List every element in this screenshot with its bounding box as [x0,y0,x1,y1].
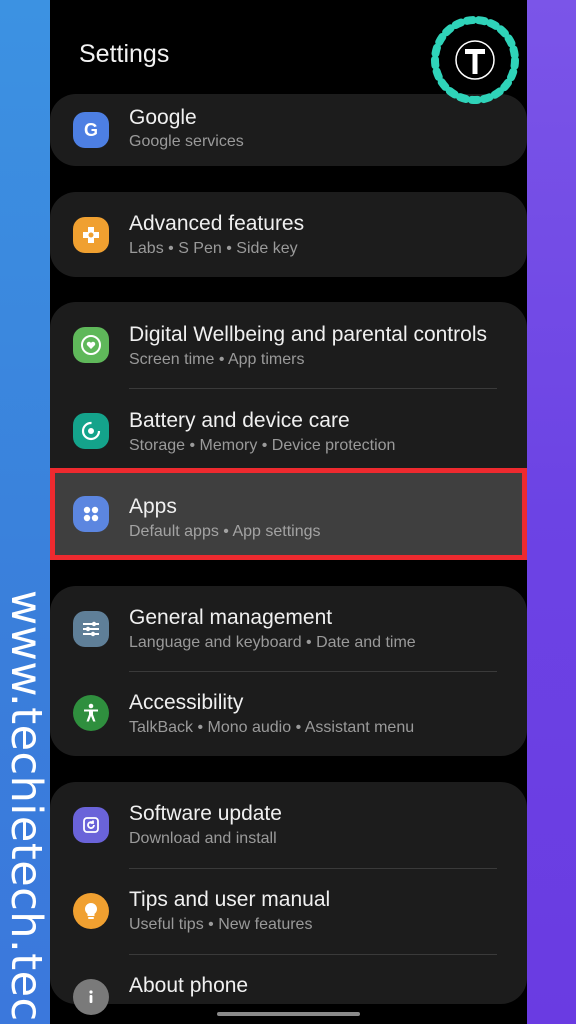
item-title: Accessibility [129,691,244,714]
watermark-text: www.techietech.tech [1,590,51,1024]
device-care-icon [73,413,109,449]
wellbeing-heart-icon [73,327,109,363]
google-g-icon: G [73,112,109,148]
item-title: Battery and device care [129,409,350,432]
techietech-logo [423,8,527,112]
card-software-tips-about: Software update Download and install Tip… [50,782,527,1015]
item-title: Apps [129,495,177,518]
software-update-icon [73,807,109,843]
item-title: Tips and user manual [129,888,331,911]
item-subtitle: Language and keyboard • Date and time [129,634,416,651]
settings-item-digital-wellbeing[interactable]: Digital Wellbeing and parental controls … [50,302,527,388]
item-title: Digital Wellbeing and parental controls [129,323,487,346]
item-subtitle: Useful tips • New features [129,916,313,933]
puzzle-plus-icon [73,217,109,253]
item-title: General management [129,606,333,629]
settings-item-apps-highlighted[interactable]: Apps Default apps • App settings [50,468,527,560]
info-icon [73,979,109,1015]
settings-screen: Settings G Google Google services Advanc… [50,0,527,1024]
apps-grid-icon [73,496,109,532]
settings-item-software-update[interactable]: Software update Download and install [50,782,527,868]
website-watermark: www.techietech.tech [1,590,51,1024]
settings-item-tips-user-manual[interactable]: Tips and user manual Useful tips • New f… [50,868,527,954]
card-advanced: Advanced features Labs • S Pen • Side ke… [50,192,527,277]
item-title: About phone [129,974,249,997]
item-subtitle: Labs • S Pen • Side key [129,240,298,257]
accessibility-person-icon [73,695,109,731]
settings-item-advanced-features[interactable]: Advanced features Labs • S Pen • Side ke… [50,192,527,278]
item-subtitle: Download and install [129,830,277,847]
sliders-icon [73,611,109,647]
lightbulb-icon [73,893,109,929]
svg-text:G: G [84,120,98,140]
item-subtitle: Google services [129,133,244,150]
item-title: Advanced features [129,212,305,235]
right-brand-band [527,0,576,1024]
item-title: Software update [129,802,282,825]
item-subtitle: Screen time • App timers [129,351,305,368]
home-indicator[interactable] [217,1012,360,1016]
settings-item-battery-device-care[interactable]: Battery and device care Storage • Memory… [50,388,527,474]
item-subtitle: TalkBack • Mono audio • Assistant menu [129,719,415,736]
settings-item-accessibility[interactable]: Accessibility TalkBack • Mono audio • As… [50,671,527,757]
item-subtitle: Storage • Memory • Device protection [129,437,396,454]
card-general-accessibility: General management Language and keyboard… [50,586,527,756]
page-title: Settings [79,40,170,68]
settings-item-general-management[interactable]: General management Language and keyboard… [50,586,527,672]
item-subtitle: Default apps • App settings [129,523,321,540]
item-title: Google [129,106,197,129]
